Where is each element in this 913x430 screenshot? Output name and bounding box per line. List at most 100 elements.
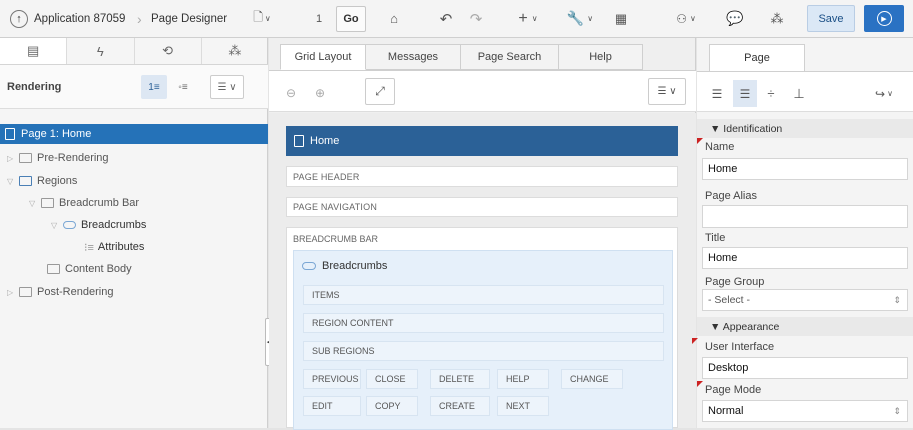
page-group-select[interactable]: - Select - ⇕ — [702, 289, 908, 311]
tab-messages[interactable]: Messages — [366, 44, 461, 70]
rendering-tab-icon: ▤ — [26, 43, 40, 58]
tree-node-pre-rendering[interactable]: ▷ Pre-Rendering — [7, 148, 109, 168]
tree-node-label: Regions — [37, 175, 78, 187]
page-navigation-slot[interactable]: PAGE NAVIGATION — [286, 197, 678, 217]
identification-section-header[interactable]: ▼ Identification — [697, 119, 913, 138]
required-marker — [697, 381, 703, 387]
name-field[interactable]: Home — [702, 158, 908, 180]
team-development-button[interactable]: ⚇ ∨ — [666, 5, 706, 32]
go-to-group-button[interactable]: ↪ ∨ — [865, 80, 903, 107]
edit-button-slot[interactable]: EDIT — [303, 396, 361, 416]
create-button-slot[interactable]: CREATE — [430, 396, 490, 416]
breadcrumbs-region[interactable]: Breadcrumbs ITEMS REGION CONTENT SUB REG… — [293, 250, 673, 430]
redo-button[interactable]: ↷ — [464, 5, 488, 32]
tree-node-post-rendering[interactable]: ▷ Post-Rendering — [7, 282, 113, 302]
go-to-arrow-icon: ↪ — [875, 86, 886, 101]
change-button-slot[interactable]: CHANGE — [561, 369, 623, 389]
page-alias-field[interactable] — [702, 205, 908, 228]
tree-menu-button[interactable]: ☰ ∨ — [210, 75, 244, 99]
page-mode-select[interactable]: Normal ⇕ — [702, 400, 908, 422]
grid-menu-button[interactable]: ☰ ∨ — [648, 78, 686, 105]
left-pane: ▤ ϟ ⟲ ⁂ Rendering 1≡ ◦≡ ☰ ∨ Page 1: Home… — [0, 38, 268, 428]
processing-tab[interactable]: ⟲ — [135, 38, 202, 64]
tree-node-content-body[interactable]: Content Body — [47, 259, 132, 279]
chevron-down-icon: ∨ — [264, 14, 271, 23]
help-button-slot[interactable]: HELP — [497, 369, 549, 389]
dynamic-actions-tab[interactable]: ϟ — [67, 38, 135, 64]
page-menu-button[interactable]: 🗋 ∨ — [246, 5, 278, 32]
collapse-all-button[interactable]: ÷ — [759, 80, 783, 107]
page-header-slot[interactable]: PAGE HEADER — [286, 166, 678, 187]
tree-node-breadcrumb-bar[interactable]: ▽ Breadcrumb Bar — [29, 193, 139, 213]
tab-help[interactable]: Help — [559, 44, 643, 70]
required-marker — [692, 338, 698, 344]
page-group-label: Page Group — [705, 276, 765, 288]
comments-button[interactable]: 💬 — [722, 5, 748, 32]
application-breadcrumb[interactable]: ↑ Application 87059 — [10, 5, 125, 32]
delete-button-slot[interactable]: DELETE — [430, 369, 490, 389]
close-button-slot[interactable]: CLOSE — [366, 369, 418, 389]
zoom-out-button[interactable]: ⊖ — [280, 79, 302, 106]
expand-button[interactable]: ⤢ — [365, 78, 395, 105]
grid-layout-canvas: Home PAGE HEADER PAGE NAVIGATION BREADCR… — [269, 113, 696, 430]
utilities-menu-button[interactable]: 🔧 ∨ — [560, 5, 600, 32]
folder-icon — [19, 153, 32, 163]
appearance-section-header[interactable]: ▼ Appearance — [697, 317, 913, 336]
tree-node-regions[interactable]: ▽ Regions — [7, 171, 77, 191]
menu-icon: ☰ ∨ — [217, 81, 237, 93]
page-icon — [294, 135, 304, 147]
sort-by-order-button[interactable]: 1≡ — [141, 75, 167, 99]
go-button[interactable]: Go — [336, 6, 366, 32]
show-common-button[interactable]: ☰ — [705, 80, 729, 107]
lock-page-button[interactable]: ⌂ — [382, 5, 406, 32]
chevron-down-icon: ∨ — [531, 14, 538, 23]
tree-node-attributes[interactable]: ⁝≡ Attributes — [84, 237, 144, 257]
region-content-slot[interactable]: REGION CONTENT — [303, 313, 664, 333]
wrench-icon: 🔧 — [566, 10, 585, 26]
title-field[interactable]: Home — [702, 247, 908, 269]
copy-button-slot[interactable]: COPY — [366, 396, 418, 416]
undo-button[interactable]: ↶ — [434, 5, 458, 32]
breadcrumbs-region-header: Breadcrumbs — [294, 251, 672, 281]
chevron-down-icon: ∨ — [587, 14, 594, 23]
next-button-slot[interactable]: NEXT — [497, 396, 549, 416]
run-page-button[interactable]: ▶ — [864, 5, 904, 32]
required-marker — [697, 138, 703, 144]
application-label: Application 87059 — [34, 12, 126, 25]
lines-icon: ☰ — [711, 86, 723, 101]
items-slot[interactable]: ITEMS — [303, 285, 664, 305]
sub-regions-slot[interactable]: SUB REGIONS — [303, 341, 664, 361]
page-home-bar[interactable]: Home — [286, 126, 678, 156]
tree-node-page[interactable]: Page 1: Home — [0, 124, 268, 144]
shared-components-tab[interactable]: ⁂ — [202, 38, 268, 64]
chevron-down-icon: ∨ — [887, 89, 893, 98]
undo-icon: ↶ — [439, 10, 453, 28]
lock-icon: ⌂ — [390, 11, 398, 26]
center-pane: Grid Layout Messages Page Search Help ⊖ … — [269, 38, 696, 430]
breadcrumb-separator-icon: › — [137, 10, 142, 27]
shapes-icon: ⁂ — [770, 10, 784, 26]
create-menu-button[interactable]: + ∨ — [508, 5, 548, 32]
tab-page[interactable]: Page — [709, 44, 805, 71]
previous-button-slot[interactable]: PREVIOUS — [303, 369, 361, 389]
sort-by-component-button[interactable]: ◦≡ — [170, 75, 196, 99]
zoom-out-icon: ⊖ — [285, 85, 297, 100]
tab-page-search[interactable]: Page Search — [461, 44, 559, 70]
shared-components-button[interactable]: ▦ — [608, 5, 634, 32]
speech-bubble-icon: 💬 — [726, 10, 744, 26]
tab-grid-layout[interactable]: Grid Layout — [280, 44, 366, 70]
save-button[interactable]: Save — [807, 5, 855, 32]
rendering-tab[interactable]: ▤ — [0, 38, 68, 64]
zoom-in-button[interactable]: ⊕ — [309, 79, 331, 106]
tree-node-breadcrumbs[interactable]: ▽ Breadcrumbs — [51, 215, 146, 235]
page-alias-label: Page Alias — [705, 190, 757, 202]
zoom-in-icon: ⊕ — [314, 85, 326, 100]
page-number-input[interactable]: 1 — [312, 5, 326, 32]
user-interface-field[interactable]: Desktop — [702, 357, 908, 379]
expand-all-button[interactable]: ⊥ — [787, 80, 811, 107]
breadcrumb-bar-slot[interactable]: BREADCRUMB BAR Breadcrumbs ITEMS REGION … — [286, 227, 678, 430]
show-all-button[interactable]: ☰ — [733, 80, 757, 107]
page-group-value: - Select - — [708, 294, 751, 306]
select-arrows-icon: ⇕ — [893, 405, 901, 416]
shared-objects-button[interactable]: ⁂ — [764, 5, 790, 32]
